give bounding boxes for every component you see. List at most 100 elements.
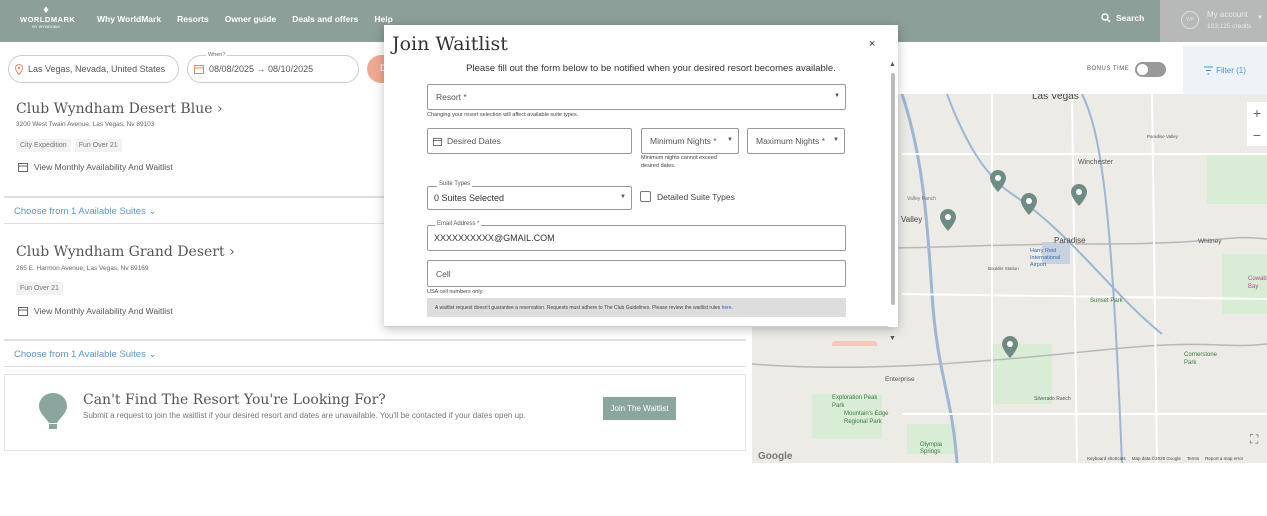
- nav-deals-and-offers[interactable]: Deals and offers: [292, 14, 358, 24]
- suite-types-select[interactable]: 0 Suites Selected ▼: [427, 186, 632, 210]
- map-label: Paradise Valley: [1147, 134, 1178, 139]
- zoom-out-button[interactable]: −: [1247, 124, 1267, 146]
- cant-find-resort-panel: Can't Find The Resort You're Looking For…: [4, 374, 746, 451]
- resort-name[interactable]: Club Wyndham Grand Desert ›: [16, 244, 235, 260]
- map-label: Enterprise: [885, 376, 915, 383]
- filter-button[interactable]: Filter (1): [1183, 46, 1267, 94]
- map-pin-icon[interactable]: [940, 209, 956, 231]
- calendar-icon: [18, 163, 28, 172]
- worldmark-logo[interactable]: ♦ WORLDMARK BY WYNDHAM: [20, 5, 76, 36]
- nav-search-label: Search: [1116, 13, 1145, 23]
- filter-icon: [1204, 66, 1214, 74]
- date-range-input[interactable]: 08/08/2025 → 08/10/2025: [187, 55, 359, 83]
- account-title: My account: [1207, 10, 1248, 19]
- nav-resorts[interactable]: Resorts: [177, 14, 209, 24]
- view-availability-link[interactable]: View Monthly Availability And Waitlist: [18, 306, 173, 316]
- date-range-value: 08/08/2025 → 08/10/2025: [209, 64, 314, 74]
- fullscreen-icon[interactable]: ⛶: [1250, 432, 1258, 447]
- map-label: Exploration Peak Park: [832, 395, 878, 409]
- maximum-nights-select[interactable]: Maximum Nights * ▼: [747, 128, 845, 154]
- tag: Fun Over 21: [74, 139, 122, 152]
- waitlist-notice: A waitlist request doesn't guarantee a r…: [427, 298, 846, 317]
- nav-help[interactable]: Help: [374, 14, 392, 24]
- email-field[interactable]: XXXXXXXXXX@GMAIL.COM: [427, 225, 846, 251]
- resort-name[interactable]: Club Wyndham Desert Blue ›: [16, 101, 223, 117]
- minimum-nights-select[interactable]: Minimum Nights * ▼: [641, 128, 739, 154]
- chevron-down-icon: ⌄: [148, 349, 157, 360]
- resort-tags: City Expedition Fun Over 21: [16, 139, 122, 152]
- cell-placeholder: Cell: [436, 268, 451, 279]
- choose-suites-label: Choose from 1 Available Suites: [14, 206, 146, 217]
- notice-text: A waitlist request doesn't guarantee a r…: [435, 304, 721, 311]
- map-data-attribution: Map data ©2025 Google: [1131, 456, 1181, 461]
- map-label: Harry Reid International Airport: [1030, 248, 1061, 268]
- map-label: Olympia Springs: [920, 442, 943, 455]
- join-the-waitlist-button[interactable]: Join The Waitlist: [603, 397, 676, 420]
- map-label: Valley Ranch: [907, 196, 937, 202]
- resort-select[interactable]: Resort * ▼: [427, 84, 846, 110]
- cell-field[interactable]: Cell: [427, 260, 846, 287]
- dropdown-caret-icon: ▼: [834, 93, 840, 99]
- terms-link[interactable]: Terms: [1187, 456, 1199, 461]
- email-value: XXXXXXXXXX@GMAIL.COM: [434, 233, 555, 243]
- resort-placeholder: Resort *: [436, 92, 467, 102]
- hot-air-balloon-icon: [39, 393, 67, 429]
- dropdown-caret-icon: ▼: [727, 137, 733, 143]
- cant-find-title: Can't Find The Resort You're Looking For…: [83, 392, 386, 408]
- zoom-in-button[interactable]: +: [1247, 102, 1267, 124]
- keyboard-shortcuts-link[interactable]: Keyboard shortcuts: [1087, 456, 1126, 461]
- maximum-nights-placeholder: Maximum Nights *: [756, 136, 825, 146]
- choose-suites-link[interactable]: Choose from 1 Available Suites ⌄: [14, 349, 156, 360]
- map-label: Mountain's Edge Regional Park: [844, 411, 889, 425]
- account-menu[interactable]: WP My account 103,125 credits ▼: [1160, 0, 1267, 42]
- resort-tags: Fun Over 21: [16, 282, 63, 295]
- nav-links: Why WorldMark Resorts Owner guide Deals …: [97, 14, 409, 24]
- choose-suites-link[interactable]: Choose from 1 Available Suites ⌄: [14, 206, 156, 217]
- suite-types-label: Suite Types: [437, 181, 473, 187]
- scroll-down-arrow-icon[interactable]: ▼: [889, 335, 896, 342]
- desired-dates-input[interactable]: Desired Dates: [427, 128, 632, 154]
- choose-suites-label: Choose from 1 Available Suites: [14, 349, 146, 360]
- tag: City Expedition: [16, 139, 71, 152]
- availability-label: View Monthly Availability And Waitlist: [34, 162, 173, 172]
- location-pin-icon: [15, 63, 23, 75]
- map-pin-icon[interactable]: [1002, 336, 1018, 358]
- dropdown-caret-icon: ▼: [833, 137, 839, 143]
- logo-text: WORLDMARK: [20, 15, 76, 24]
- modal-scrollbar[interactable]: ▲ ▼: [889, 61, 897, 342]
- desired-dates-placeholder: Desired Dates: [447, 136, 501, 146]
- location-input[interactable]: Las Vegas, Nevada, United States: [8, 55, 179, 83]
- when-label: When?: [206, 52, 228, 58]
- map-label: Cowabunga Bay: [1248, 276, 1267, 290]
- modal-submit-button-peek[interactable]: [832, 341, 877, 346]
- map-pin-icon[interactable]: [990, 170, 1006, 192]
- map-label: Winchester: [1078, 159, 1114, 166]
- close-icon[interactable]: ×: [869, 38, 875, 50]
- resort-address: 265 E. Harmon Avenue, Las Vegas, Nv 8916…: [16, 265, 149, 272]
- tag: Fun Over 21: [16, 282, 63, 295]
- scroll-up-arrow-icon[interactable]: ▲: [889, 61, 896, 68]
- map-label: Silverado Ranch: [1034, 396, 1071, 402]
- avatar: WP: [1181, 11, 1199, 29]
- nav-search-button[interactable]: Search: [1101, 13, 1144, 23]
- bonus-time-label: BONUS TIME: [1087, 66, 1130, 72]
- nav-why-worldmark[interactable]: Why WorldMark: [97, 14, 161, 24]
- calendar-icon: [18, 307, 28, 316]
- location-value: Las Vegas, Nevada, United States: [28, 64, 166, 74]
- waitlist-rules-link[interactable]: here.: [722, 305, 733, 311]
- bonus-time-toggle[interactable]: [1135, 62, 1166, 77]
- report-map-error-link[interactable]: Report a map error: [1205, 456, 1243, 461]
- cell-helper-text: USA cell numbers only.: [427, 289, 484, 295]
- view-availability-link[interactable]: View Monthly Availability And Waitlist: [18, 162, 173, 172]
- scroll-thumb[interactable]: [891, 73, 895, 305]
- map-label: Las Vegas: [1032, 94, 1079, 102]
- nav-owner-guide[interactable]: Owner guide: [225, 14, 276, 24]
- calendar-icon: [194, 65, 204, 74]
- map-pin-icon[interactable]: [1021, 193, 1037, 215]
- availability-label: View Monthly Availability And Waitlist: [34, 306, 173, 316]
- detailed-suite-types-checkbox[interactable]: [640, 191, 651, 202]
- suite-types-value: 0 Suites Selected: [434, 193, 505, 203]
- map-footer: Keyboard shortcuts Map data ©2025 Google…: [1087, 456, 1243, 461]
- modal-divider: [384, 326, 888, 327]
- map-pin-icon[interactable]: [1071, 184, 1087, 206]
